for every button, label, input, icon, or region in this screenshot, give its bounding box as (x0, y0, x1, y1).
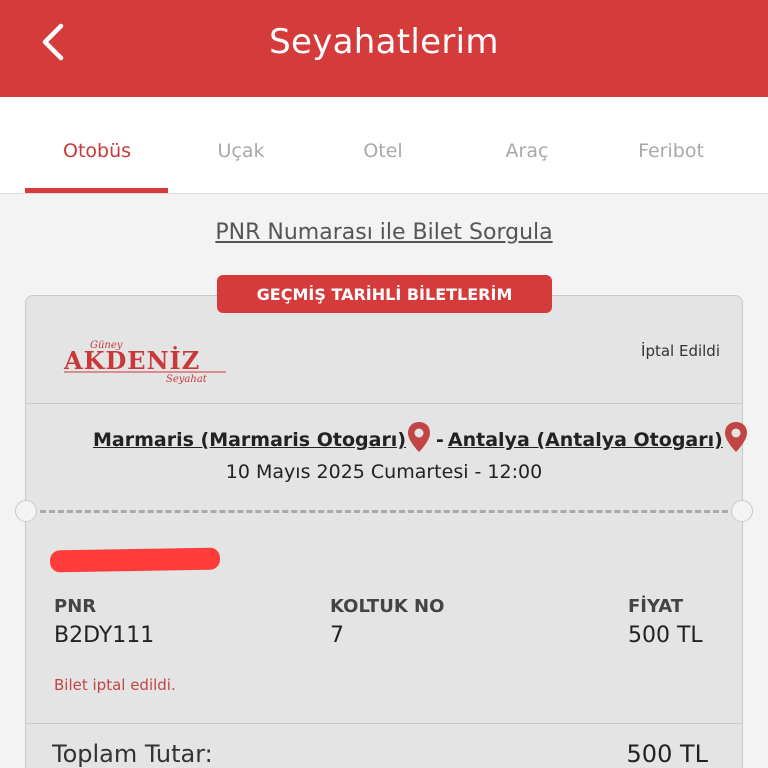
arrival-stop[interactable]: Antalya (Antalya Otogarı) (448, 429, 723, 451)
location-pin-icon[interactable] (723, 420, 749, 454)
total-label: Toplam Tutar: (52, 740, 213, 768)
pnr-query-link[interactable]: PNR Numarası ile Bilet Sorgula (0, 220, 768, 245)
seat-value: 7 (330, 623, 344, 648)
app-header: Seyahatlerim (0, 0, 768, 97)
category-tabs: Otobüs Uçak Otel Araç Feribot (0, 97, 768, 194)
pnr-value: B2DY111 (54, 623, 155, 648)
logo-main-text: AKDENİZ (63, 346, 200, 375)
tab-ucak[interactable]: Uçak (169, 97, 313, 194)
trip-datetime: 10 Mayıs 2025 Cumartesi - 12:00 (225, 461, 543, 483)
card-divider (25, 403, 743, 404)
ticket-notch-left (15, 500, 37, 522)
past-tickets-badge: GEÇMİŞ TARİHLİ BİLETLERİM (217, 275, 552, 313)
total-value: 500 TL (626, 740, 708, 768)
tab-arac[interactable]: Araç (455, 97, 599, 194)
company-logo: Güney AKDENİZ Seyahat (63, 340, 226, 385)
cancel-note: Bilet iptal edildi. (54, 676, 176, 694)
tab-otobus[interactable]: Otobüs (25, 97, 169, 194)
ticket-perforation (40, 510, 728, 513)
price-value: 500 TL (628, 623, 703, 648)
price-label: FİYAT (628, 596, 684, 617)
tab-otel[interactable]: Otel (311, 97, 455, 194)
card-divider (25, 723, 743, 724)
ticket-status: İptal Edildi (641, 342, 720, 360)
seat-label: KOLTUK NO (330, 596, 445, 617)
active-tab-indicator (25, 188, 168, 193)
route-separator: - (436, 429, 444, 451)
location-pin-icon[interactable] (406, 420, 432, 454)
redaction-mark (49, 547, 221, 573)
departure-stop[interactable]: Marmaris (Marmaris Otogarı) (93, 429, 406, 451)
tab-feribot[interactable]: Feribot (599, 97, 743, 194)
ticket-notch-right (731, 500, 753, 522)
page-title: Seyahatlerim (269, 22, 499, 62)
route-line: Marmaris (Marmaris Otogarı) - Antalya (A… (93, 420, 749, 460)
pnr-label: PNR (54, 596, 97, 617)
logo-bottom-text: Seyahat (166, 374, 208, 385)
